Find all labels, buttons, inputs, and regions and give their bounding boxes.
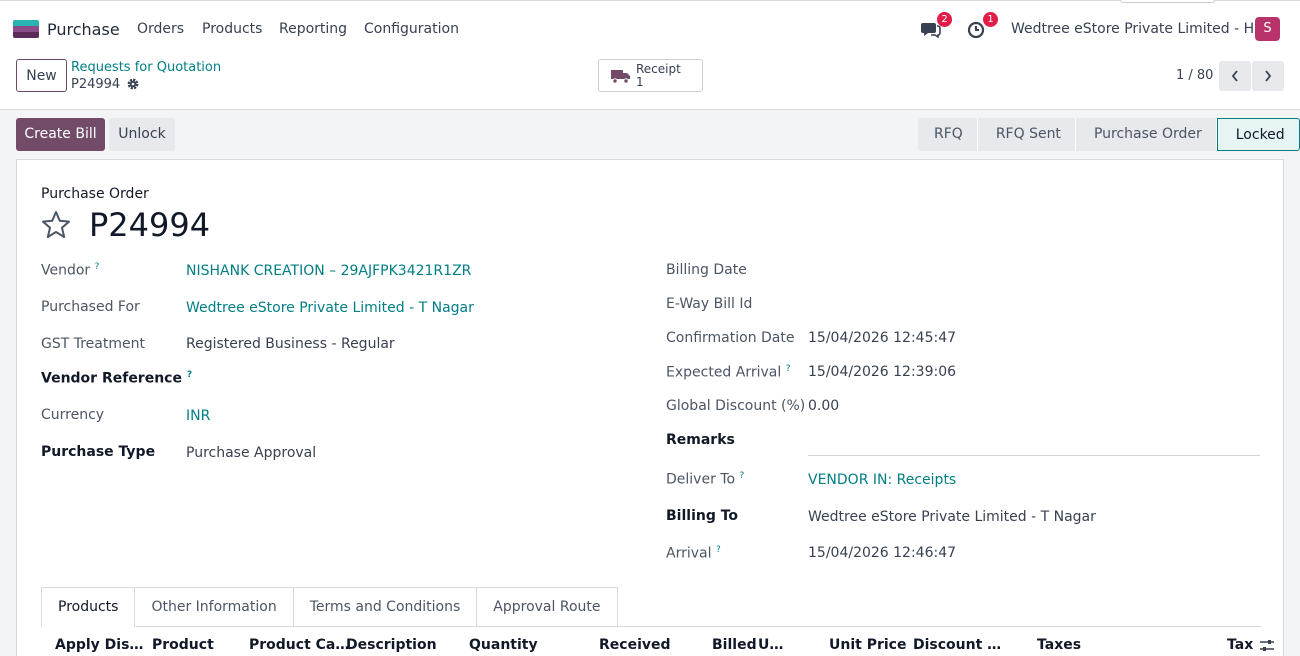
gst-treatment-field[interactable]: Registered Business - Regular [186, 336, 395, 352]
avatar[interactable]: S [1255, 17, 1280, 41]
pager-value[interactable]: 1 / 80 [1176, 68, 1213, 83]
chevron-left-icon [1231, 70, 1238, 82]
stage-purchase-order[interactable]: Purchase Order [1075, 118, 1217, 151]
purchased-for-field[interactable]: Wedtree eStore Private Limited - T Nagar [186, 300, 474, 316]
activities-badge: 1 [983, 12, 998, 27]
receipt-label: Receipt 1 [636, 62, 681, 89]
status-bar: RFQ RFQ Sent Purchase Order Locked [918, 118, 1300, 151]
new-button[interactable]: New [16, 59, 67, 92]
vendor-field[interactable]: NISHANK CREATION – 29AJFPK3421R1ZR [186, 263, 471, 279]
chevron-right-icon [1265, 70, 1272, 82]
vendor-label: Vendor ? [41, 262, 100, 279]
star-icon[interactable] [40, 209, 72, 241]
expected-arrival-label: Expected Arrival ? [666, 364, 791, 381]
remarks-label: Remarks [666, 432, 735, 448]
gst-treatment-label: GST Treatment [41, 336, 145, 352]
column-header-taxes[interactable]: Taxes [1037, 637, 1081, 653]
column-header-discount[interactable]: Discount … [913, 637, 1001, 653]
notebook-tabs: Products Other Information Terms and Con… [41, 587, 618, 627]
company-switcher[interactable]: Wedtree eStore Private Limited - HO [1011, 21, 1265, 37]
stage-rfq[interactable]: RFQ [918, 118, 978, 151]
vendor-reference-label: Vendor Reference ? [41, 370, 193, 387]
create-bill-button[interactable]: Create Bill [16, 118, 105, 151]
deliver-to-help[interactable]: ? [739, 471, 744, 481]
billing-date-label: Billing Date [666, 262, 747, 278]
gear-icon[interactable] [126, 77, 140, 91]
page-title: P24994 [89, 206, 211, 244]
clock-icon[interactable]: 1 [966, 12, 998, 40]
arrival-help[interactable]: ? [716, 545, 721, 555]
column-header-product[interactable]: Product [152, 637, 214, 653]
vendor-reference-help[interactable]: ? [187, 370, 192, 380]
purchase-type-field[interactable]: Purchase Approval [186, 445, 316, 461]
form-sheet: Purchase Order P24994 Vendor ? NISHANK C… [16, 159, 1284, 656]
stage-rfq-sent[interactable]: RFQ Sent [977, 118, 1076, 151]
billing-to-label: Billing To [666, 508, 739, 524]
billing-to-field[interactable]: Wedtree eStore Private Limited - T Nagar [808, 509, 1096, 525]
truck-icon [611, 68, 631, 84]
nav-reporting[interactable]: Reporting [279, 21, 347, 37]
app-name[interactable]: Purchase [47, 20, 120, 39]
tab-other-information[interactable]: Other Information [135, 587, 294, 627]
breadcrumb-rfq[interactable]: Requests for Quotation [71, 60, 221, 75]
purchase-type-label: Purchase Type [41, 444, 156, 460]
vendor-help[interactable]: ? [95, 262, 100, 272]
top-navbar: Purchase Orders Products Reporting Confi… [0, 0, 1300, 56]
column-header-apply-discount[interactable]: Apply Dis… [55, 637, 143, 653]
arrival-field[interactable]: 15/04/2026 12:46:47 [808, 545, 956, 561]
column-header-billed[interactable]: Billed [712, 637, 757, 653]
control-panel: New Requests for Quotation P24994 Receip… [0, 56, 1300, 110]
column-settings-icon[interactable] [1259, 639, 1275, 653]
tab-approval-route[interactable]: Approval Route [477, 587, 618, 627]
stage-locked[interactable]: Locked [1216, 118, 1300, 151]
nav-configuration[interactable]: Configuration [364, 21, 459, 37]
column-header-product-category[interactable]: Product Ca… [249, 637, 349, 653]
breadcrumb-current: P24994 [71, 77, 121, 92]
column-header-uom[interactable]: U… [758, 637, 783, 653]
column-header-unit-price[interactable]: Unit Price [829, 637, 906, 653]
expected-arrival-help[interactable]: ? [786, 364, 791, 374]
deliver-to-field[interactable]: VENDOR IN: Receipts [808, 472, 956, 488]
confirmation-date-field[interactable]: 15/04/2026 12:45:47 [808, 330, 956, 346]
currency-field[interactable]: INR [186, 408, 210, 424]
arrival-label: Arrival ? [666, 545, 721, 562]
form-title-label: Purchase Order [41, 186, 149, 202]
receipt-smart-button[interactable]: Receipt 1 [598, 59, 703, 92]
pager-previous-button[interactable] [1219, 61, 1251, 91]
deliver-to-label: Deliver To ? [666, 471, 745, 488]
remarks-input[interactable] [808, 455, 1260, 456]
messages-badge: 2 [937, 12, 952, 27]
global-discount-label: Global Discount (%) [666, 398, 806, 414]
messages-icon[interactable]: 2 [920, 12, 952, 40]
global-discount-field[interactable]: 0.00 [808, 398, 839, 414]
tab-terms-and-conditions[interactable]: Terms and Conditions [293, 587, 478, 627]
tab-products[interactable]: Products [41, 587, 136, 627]
purchase-app-icon[interactable] [13, 20, 39, 38]
unlock-button[interactable]: Unlock [109, 118, 175, 151]
receipt-count: 1 [636, 75, 644, 89]
column-header-quantity[interactable]: Quantity [469, 637, 538, 653]
currency-label: Currency [41, 407, 105, 423]
column-header-received[interactable]: Received [599, 637, 671, 653]
confirmation-date-label: Confirmation Date [666, 330, 795, 346]
eway-bill-label: E-Way Bill Id [666, 296, 753, 312]
purchased-for-label: Purchased For [41, 299, 140, 315]
column-header-tax[interactable]: Tax [1227, 637, 1253, 653]
column-header-description[interactable]: Description [346, 637, 437, 653]
expected-arrival-field[interactable]: 15/04/2026 12:39:06 [808, 364, 956, 380]
pager-next-button[interactable] [1252, 61, 1284, 91]
nav-orders[interactable]: Orders [137, 21, 184, 37]
top-edge-tab [1120, 0, 1215, 3]
nav-products[interactable]: Products [202, 21, 262, 37]
